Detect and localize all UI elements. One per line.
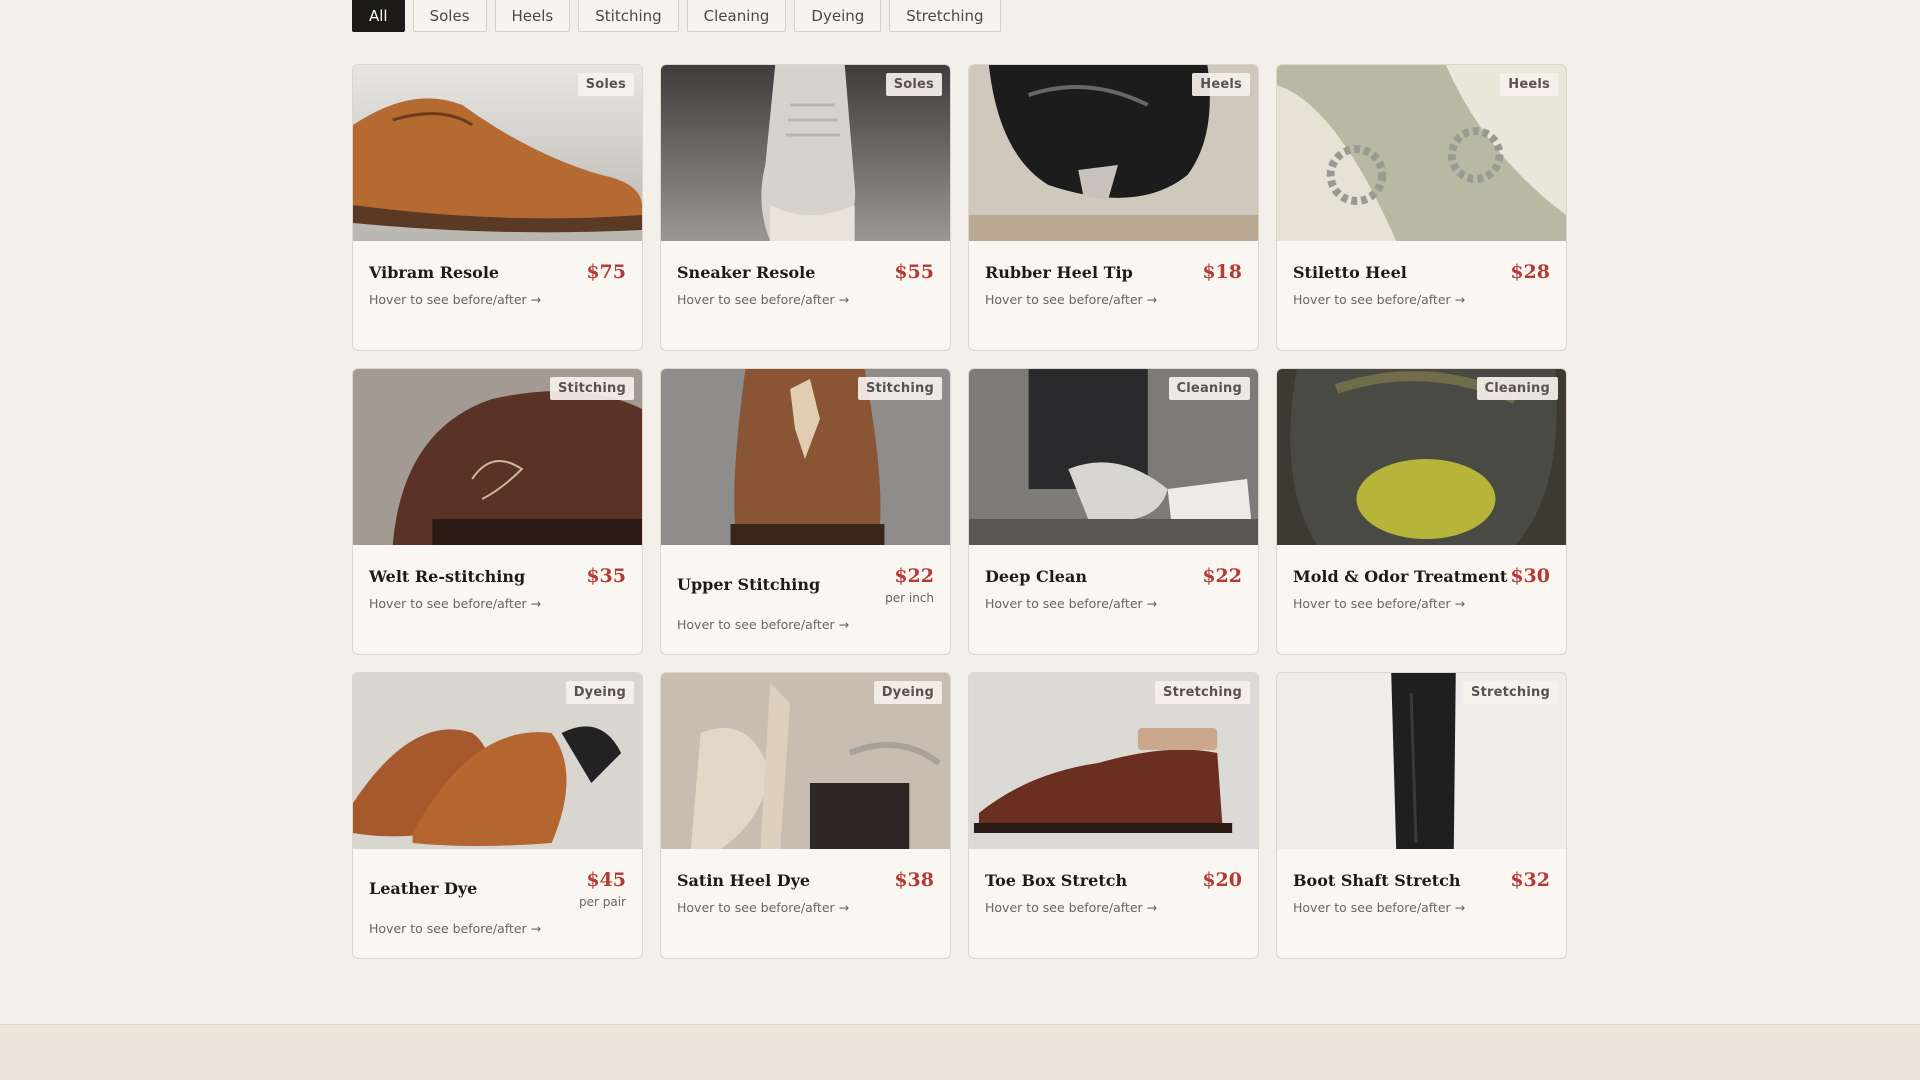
- category-badge: Soles: [577, 73, 634, 96]
- service-price: $28: [1510, 261, 1550, 283]
- category-badge: Heels: [1192, 73, 1250, 96]
- service-name: Toe Box Stretch: [985, 871, 1128, 890]
- service-info: Upper Stitching $22 per inch Hover to se…: [661, 545, 950, 654]
- service-info: Satin Heel Dye $38 Hover to see before/a…: [661, 849, 950, 958]
- service-price: $20: [1202, 869, 1242, 891]
- filter-cleaning[interactable]: Cleaning: [686, 0, 787, 32]
- service-card[interactable]: Dyeing Satin Heel Dye $38 Hover to see b…: [660, 672, 951, 959]
- service-name: Leather Dye: [369, 879, 478, 898]
- service-name: Mold & Odor Treatment: [1293, 567, 1508, 586]
- service-name: Sneaker Resole: [677, 263, 816, 282]
- service-info: Deep Clean $22 Hover to see before/after…: [969, 545, 1258, 654]
- before-after-hint: Hover to see before/after →: [985, 292, 1158, 307]
- service-info: Welt Re-stitching $35 Hover to see befor…: [353, 545, 642, 654]
- service-card[interactable]: Soles Vibram Resole $75 Hover to see bef…: [352, 64, 643, 351]
- filter-heels[interactable]: Heels: [494, 0, 571, 32]
- category-badge: Soles: [885, 73, 942, 96]
- service-info: Rubber Heel Tip $18 Hover to see before/…: [969, 241, 1258, 350]
- service-price: $22: [894, 565, 934, 587]
- service-card[interactable]: Stretching Boot Shaft Stretch $32 Hover …: [1276, 672, 1567, 959]
- category-badge: Stitching: [549, 377, 634, 400]
- service-name: Welt Re-stitching: [369, 567, 526, 586]
- category-badge: Stretching: [1463, 681, 1558, 704]
- category-badge: Heels: [1500, 73, 1558, 96]
- price-unit: per inch: [885, 591, 934, 605]
- service-price: $22: [1202, 565, 1242, 587]
- before-after-hint: Hover to see before/after →: [1293, 596, 1466, 611]
- service-price: $32: [1510, 869, 1550, 891]
- service-card[interactable]: Cleaning Mold & Odor Treatment $30 Hover…: [1276, 368, 1567, 655]
- before-after-hint: Hover to see before/after →: [369, 596, 542, 611]
- service-card[interactable]: Stitching Welt Re-stitching $35 Hover to…: [352, 368, 643, 655]
- before-after-hint: Hover to see before/after →: [985, 900, 1158, 915]
- service-card[interactable]: Stretching Toe Box Stretch $20 Hover to …: [968, 672, 1259, 959]
- category-badge: Cleaning: [1168, 377, 1250, 400]
- before-after-hint: Hover to see before/after →: [677, 900, 850, 915]
- page-footer: [0, 1024, 1920, 1080]
- service-price: $35: [586, 565, 626, 587]
- filter-stitching[interactable]: Stitching: [578, 0, 679, 32]
- service-card[interactable]: Soles Sneaker Resole $55 Hover to see be…: [660, 64, 951, 351]
- service-name: Satin Heel Dye: [677, 871, 811, 890]
- service-price: $55: [894, 261, 934, 283]
- service-info: Mold & Odor Treatment $30 Hover to see b…: [1277, 545, 1566, 654]
- service-info: Toe Box Stretch $20 Hover to see before/…: [969, 849, 1258, 958]
- category-filter-bar: All Soles Heels Stitching Cleaning Dyein…: [352, 0, 1001, 32]
- category-badge: Dyeing: [873, 681, 942, 704]
- category-badge: Stitching: [857, 377, 942, 400]
- service-name: Boot Shaft Stretch: [1293, 871, 1461, 890]
- filter-stretching[interactable]: Stretching: [889, 0, 1001, 32]
- filter-all[interactable]: All: [352, 0, 405, 32]
- before-after-hint: Hover to see before/after →: [677, 292, 850, 307]
- service-price: $38: [894, 869, 934, 891]
- service-price: $30: [1510, 565, 1550, 587]
- service-info: Stiletto Heel $28 Hover to see before/af…: [1277, 241, 1566, 350]
- service-card[interactable]: Stitching Upper Stitching $22 per inch H…: [660, 368, 951, 655]
- category-badge: Stretching: [1155, 681, 1250, 704]
- service-name: Deep Clean: [985, 567, 1087, 586]
- service-info: Leather Dye $45 per pair Hover to see be…: [353, 849, 642, 958]
- service-name: Upper Stitching: [677, 575, 821, 594]
- price-unit: per pair: [579, 895, 626, 909]
- service-price: $75: [586, 261, 626, 283]
- category-badge: Cleaning: [1476, 377, 1558, 400]
- service-card[interactable]: Dyeing Leather Dye $45 per pair Hover to…: [352, 672, 643, 959]
- service-info: Vibram Resole $75 Hover to see before/af…: [353, 241, 642, 350]
- service-card[interactable]: Heels Rubber Heel Tip $18 Hover to see b…: [968, 64, 1259, 351]
- service-card[interactable]: Cleaning Deep Clean $22 Hover to see bef…: [968, 368, 1259, 655]
- service-price: $18: [1202, 261, 1242, 283]
- service-info: Sneaker Resole $55 Hover to see before/a…: [661, 241, 950, 350]
- before-after-hint: Hover to see before/after →: [1293, 292, 1466, 307]
- before-after-hint: Hover to see before/after →: [677, 617, 850, 632]
- service-card[interactable]: Heels Stiletto Heel $28 Hover to see bef…: [1276, 64, 1567, 351]
- before-after-hint: Hover to see before/after →: [985, 596, 1158, 611]
- service-grid: Soles Vibram Resole $75 Hover to see bef…: [352, 64, 1568, 959]
- before-after-hint: Hover to see before/after →: [369, 921, 542, 936]
- service-price: $45: [586, 869, 626, 891]
- filter-soles[interactable]: Soles: [412, 0, 487, 32]
- category-badge: Dyeing: [565, 681, 634, 704]
- service-name: Vibram Resole: [369, 263, 500, 282]
- before-after-hint: Hover to see before/after →: [1293, 900, 1466, 915]
- filter-dyeing[interactable]: Dyeing: [794, 0, 882, 32]
- before-after-hint: Hover to see before/after →: [369, 292, 542, 307]
- service-name: Rubber Heel Tip: [985, 263, 1133, 282]
- service-name: Stiletto Heel: [1293, 263, 1407, 282]
- service-info: Boot Shaft Stretch $32 Hover to see befo…: [1277, 849, 1566, 958]
